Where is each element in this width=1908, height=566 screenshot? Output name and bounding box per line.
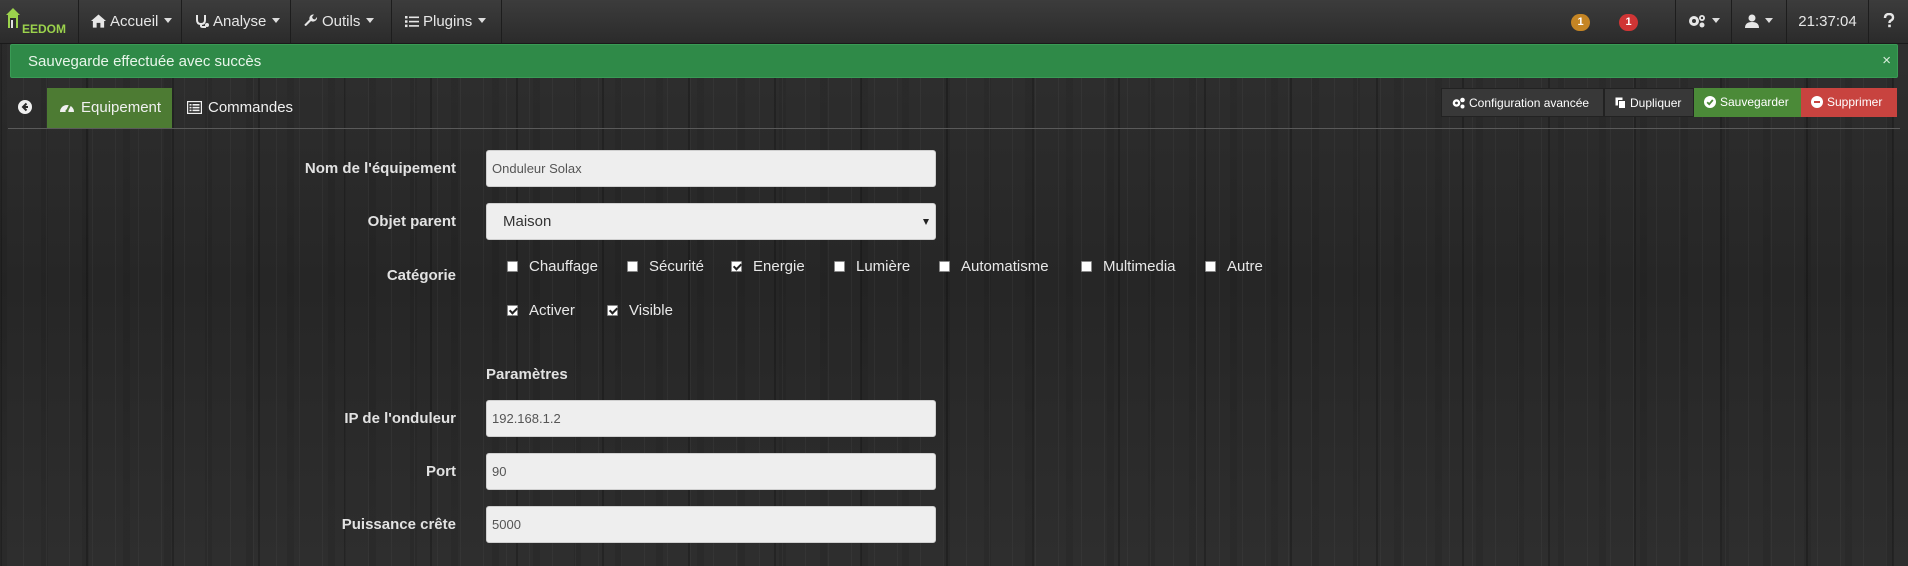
save-button[interactable]: Sauvegarder bbox=[1694, 88, 1801, 117]
button-label: Sauvegarder bbox=[1720, 95, 1789, 109]
category-energie-checkbox[interactable]: Energie bbox=[731, 258, 805, 275]
checkbox-box bbox=[834, 261, 845, 272]
help-button[interactable] bbox=[1868, 0, 1908, 43]
caret-down-icon bbox=[478, 18, 487, 23]
user-menu[interactable] bbox=[1731, 0, 1786, 43]
settings-menu[interactable] bbox=[1675, 0, 1731, 43]
checkbox-box bbox=[507, 261, 518, 272]
parent-object-select[interactable]: Maison bbox=[486, 203, 936, 240]
port-label: Port bbox=[426, 463, 456, 480]
minus-circle-icon bbox=[1811, 96, 1823, 108]
danger-badge[interactable]: 1 bbox=[1619, 14, 1638, 31]
nav-menu-analyse[interactable]: Analyse bbox=[183, 0, 291, 43]
nav-menu-label: Accueil bbox=[110, 13, 159, 30]
tab-equipement[interactable]: Equipement bbox=[47, 88, 172, 128]
question-icon bbox=[1883, 12, 1894, 28]
nav-menu-plugins[interactable]: Plugins bbox=[393, 0, 502, 43]
port-input[interactable] bbox=[486, 453, 936, 490]
list-icon bbox=[405, 16, 419, 28]
brand-text: EEDOM bbox=[22, 22, 67, 36]
category-multimedia-checkbox[interactable]: Multimedia bbox=[1081, 258, 1176, 275]
nav-menu-accueil[interactable]: Accueil bbox=[79, 0, 182, 43]
tab-commandes[interactable]: Commandes bbox=[175, 88, 305, 128]
checkbox-label: Multimedia bbox=[1103, 258, 1176, 275]
top-navbar: EEDOM Accueil Analyse Outils Plugins 1 1… bbox=[0, 0, 1908, 44]
cogs-icon bbox=[1688, 15, 1705, 28]
cogs-icon bbox=[1452, 97, 1465, 109]
caret-down-icon bbox=[164, 18, 173, 23]
checkbox-box bbox=[939, 261, 950, 272]
tab-label: Equipement bbox=[81, 99, 162, 116]
nav-menu-label: Outils bbox=[322, 13, 361, 30]
ip-label: IP de l'onduleur bbox=[344, 410, 456, 427]
alert-close-button[interactable]: × bbox=[1882, 52, 1891, 69]
checkbox-label: Lumière bbox=[856, 258, 911, 275]
caret-down-icon bbox=[272, 18, 281, 23]
checkbox-label: Activer bbox=[529, 302, 575, 319]
caret-down-icon bbox=[1765, 18, 1773, 23]
parameters-heading: Paramètres bbox=[486, 366, 568, 383]
clock: 21:37:04 bbox=[1786, 0, 1868, 43]
checkbox-label: Chauffage bbox=[529, 258, 598, 275]
nav-menu-outils[interactable]: Outils bbox=[292, 0, 392, 43]
category-chauffage-checkbox[interactable]: Chauffage bbox=[507, 258, 598, 275]
checkbox-label: Visible bbox=[629, 302, 673, 319]
checkbox-label: Energie bbox=[753, 258, 805, 275]
tab-divider bbox=[8, 128, 1900, 129]
button-label: Supprimer bbox=[1827, 95, 1883, 109]
nav-menu-label: Plugins bbox=[423, 13, 473, 30]
tab-label: Commandes bbox=[208, 99, 294, 116]
wrench-icon bbox=[304, 14, 318, 27]
checkbox-box bbox=[1081, 261, 1092, 272]
advanced-config-button[interactable]: Configuration avancée bbox=[1441, 88, 1604, 117]
delete-button[interactable]: Supprimer bbox=[1801, 88, 1897, 117]
duplicate-button[interactable]: Dupliquer bbox=[1604, 88, 1694, 117]
peak-power-input[interactable] bbox=[486, 506, 936, 543]
parent-label: Objet parent bbox=[367, 213, 456, 230]
check-circle-icon bbox=[1704, 96, 1716, 108]
home-icon bbox=[91, 14, 106, 28]
checkbox-box bbox=[731, 261, 742, 272]
select-value: Maison bbox=[503, 213, 552, 230]
checkbox-label: Sécurité bbox=[649, 258, 705, 275]
dashboard-icon bbox=[60, 104, 74, 113]
nav-menu-label: Analyse bbox=[213, 13, 267, 30]
equipment-name-input[interactable] bbox=[486, 150, 936, 187]
category-securite-checkbox[interactable]: Sécurité bbox=[627, 258, 704, 275]
back-arrow-icon[interactable] bbox=[18, 100, 32, 114]
list-alt-icon bbox=[186, 100, 203, 115]
activate-checkbox[interactable]: Activer bbox=[507, 302, 575, 319]
category-label: Catégorie bbox=[386, 267, 456, 284]
brand-logo[interactable]: EEDOM bbox=[0, 0, 79, 43]
select-arrow-icon bbox=[923, 219, 929, 225]
caret-down-icon bbox=[1711, 18, 1720, 23]
name-label: Nom de l'équipement bbox=[304, 160, 456, 177]
checkbox-box bbox=[627, 261, 638, 272]
caret-down-icon bbox=[366, 18, 375, 23]
category-automatisme-checkbox[interactable]: Automatisme bbox=[939, 258, 1049, 275]
house-logo-icon bbox=[6, 8, 20, 28]
stethoscope-icon bbox=[196, 15, 209, 28]
button-label: Dupliquer bbox=[1630, 96, 1682, 110]
power-label: Puissance crête bbox=[341, 516, 456, 533]
success-alert: Sauvegarde effectuée avec succès × bbox=[10, 44, 1898, 78]
alert-message: Sauvegarde effectuée avec succès bbox=[28, 53, 262, 70]
checkbox-box bbox=[507, 305, 518, 316]
checkbox-box bbox=[1205, 261, 1216, 272]
checkbox-label: Automatisme bbox=[961, 258, 1049, 275]
user-icon bbox=[1745, 14, 1759, 28]
category-autre-checkbox[interactable]: Autre bbox=[1205, 258, 1263, 275]
warning-badge[interactable]: 1 bbox=[1571, 14, 1590, 31]
visible-checkbox[interactable]: Visible bbox=[607, 302, 673, 319]
checkbox-label: Autre bbox=[1227, 258, 1263, 275]
button-label: Configuration avancée bbox=[1469, 96, 1590, 110]
checkbox-box bbox=[607, 305, 618, 316]
copy-icon bbox=[1615, 97, 1626, 109]
ip-input[interactable] bbox=[486, 400, 936, 437]
category-lumiere-checkbox[interactable]: Lumière bbox=[834, 258, 910, 275]
